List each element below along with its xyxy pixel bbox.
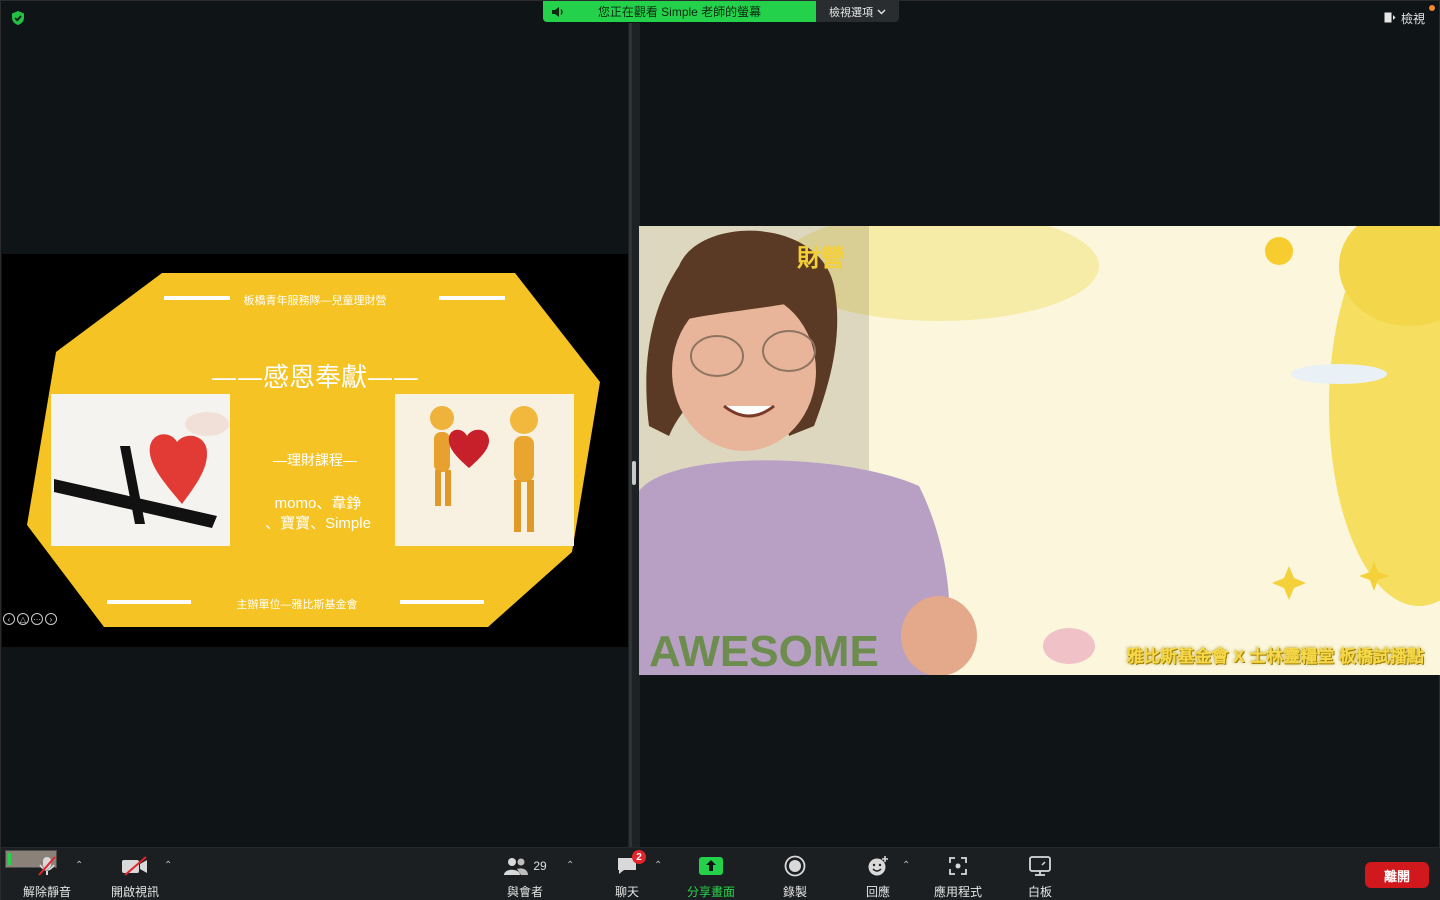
leave-button[interactable]: 離開 <box>1365 862 1429 888</box>
speaker-icon <box>543 6 571 18</box>
notification-dot <box>1429 5 1435 11</box>
mic-muted-icon <box>37 854 57 878</box>
view-options-button[interactable]: 檢視選項 <box>816 1 899 22</box>
share-screen-icon <box>699 854 723 878</box>
slide-header: 板橋青年服務隊—兒童理財營 <box>243 295 387 307</box>
slide-footer: 主辦單位—雅比斯基金會 <box>236 599 358 611</box>
apps-button[interactable]: 應用程式 <box>918 854 998 900</box>
video-off-icon <box>121 854 149 878</box>
record-button[interactable]: 錄製 <box>755 854 835 900</box>
shared-screen[interactable]: 板橋青年服務隊—兒童理財營 ——感恩奉獻—— —理財課程— momo、韋錚 、寶… <box>2 254 628 647</box>
participants-button[interactable]: 29 與會者 <box>485 854 565 900</box>
sharing-notice: 您正在觀看 Simple 老師的螢幕 <box>543 1 816 22</box>
whiteboard-icon <box>1029 854 1051 878</box>
splitter-handle[interactable] <box>632 461 636 485</box>
slide-navigation: ‹ △ ⋯ › <box>3 613 57 625</box>
shirt-print: AWESOME <box>649 627 879 675</box>
slide-presenters: momo、韋錚 、寶寶、Simple <box>248 494 388 534</box>
sharing-text: 您正在觀看 Simple 老師的螢幕 <box>597 5 762 19</box>
start-video-button[interactable]: 開啟視訊 <box>95 854 175 900</box>
start-video-label: 開啟視訊 <box>110 885 159 899</box>
view-label: 檢視 <box>1400 12 1425 26</box>
next-arrow-icon[interactable]: › <box>45 613 57 625</box>
meeting-toolbar: 解除靜音 ⌃ 開啟視訊 ⌃ 29 與會者 ⌃ 2 聊天 ⌃ 分享畫面 錄製 回應… <box>1 847 1440 900</box>
record-icon <box>784 854 806 878</box>
screen-share-banner: 您正在觀看 Simple 老師的螢幕 檢視選項 <box>543 1 899 22</box>
chat-label: 聊天 <box>614 885 639 899</box>
presenters-line-2: 、寶寶、Simple <box>265 515 371 532</box>
video-frame: AWESOME <box>639 226 1440 675</box>
splitter-bar <box>629 23 632 847</box>
share-screen-label: 分享畫面 <box>686 885 735 899</box>
video-corner-text: 財營 <box>797 245 845 272</box>
smiley-plus-icon <box>867 854 889 878</box>
view-layout-icon <box>1384 12 1396 26</box>
record-label: 錄製 <box>782 885 807 899</box>
chevron-down-icon <box>877 6 886 18</box>
more-icon[interactable]: ⋯ <box>31 613 43 625</box>
chat-unread-badge: 2 <box>632 850 646 864</box>
unmute-label: 解除靜音 <box>22 885 71 899</box>
pen-icon[interactable]: △ <box>17 613 29 625</box>
chat-options-caret-icon[interactable]: ⌃ <box>654 860 662 871</box>
reactions-label: 回應 <box>865 885 890 899</box>
share-screen-button[interactable]: 分享畫面 <box>671 854 751 900</box>
prev-arrow-icon[interactable]: ‹ <box>3 613 15 625</box>
slide-title: ——感恩奉獻—— <box>210 363 419 393</box>
participants-options-caret-icon[interactable]: ⌃ <box>566 860 574 871</box>
video-overlay-caption: 雅比斯基金會 X 士林靈糧堂 板橋試播點 <box>1126 647 1424 666</box>
presenters-line-1: momo、韋錚 <box>274 495 362 512</box>
slide-subtitle: —理財課程— <box>273 452 357 468</box>
security-shield-icon[interactable] <box>10 10 26 26</box>
participants-count: 29 <box>533 859 547 873</box>
zoom-meeting-window: 您正在觀看 Simple 老師的螢幕 檢視選項 檢視 板橋青年服務隊—兒童理財營… <box>0 0 1440 900</box>
whiteboard-button[interactable]: 白板 <box>1000 854 1080 900</box>
chat-icon: 2 <box>616 850 646 878</box>
audio-options-caret-icon[interactable]: ⌃ <box>75 860 83 871</box>
participant-video[interactable]: AWESOME 財營 雅比斯基金會 X 士林靈糧堂 板橋試播點 <box>639 226 1440 675</box>
participants-label: 與會者 <box>506 885 543 899</box>
video-options-caret-icon[interactable]: ⌃ <box>164 860 172 871</box>
view-button[interactable]: 檢視 <box>1384 10 1425 27</box>
view-options-label: 檢視選項 <box>829 6 873 19</box>
reactions-options-caret-icon[interactable]: ⌃ <box>902 860 910 871</box>
apps-icon <box>948 854 968 878</box>
participants-icon: 29 <box>503 854 547 878</box>
apps-label: 應用程式 <box>933 885 982 899</box>
whiteboard-label: 白板 <box>1027 885 1052 899</box>
